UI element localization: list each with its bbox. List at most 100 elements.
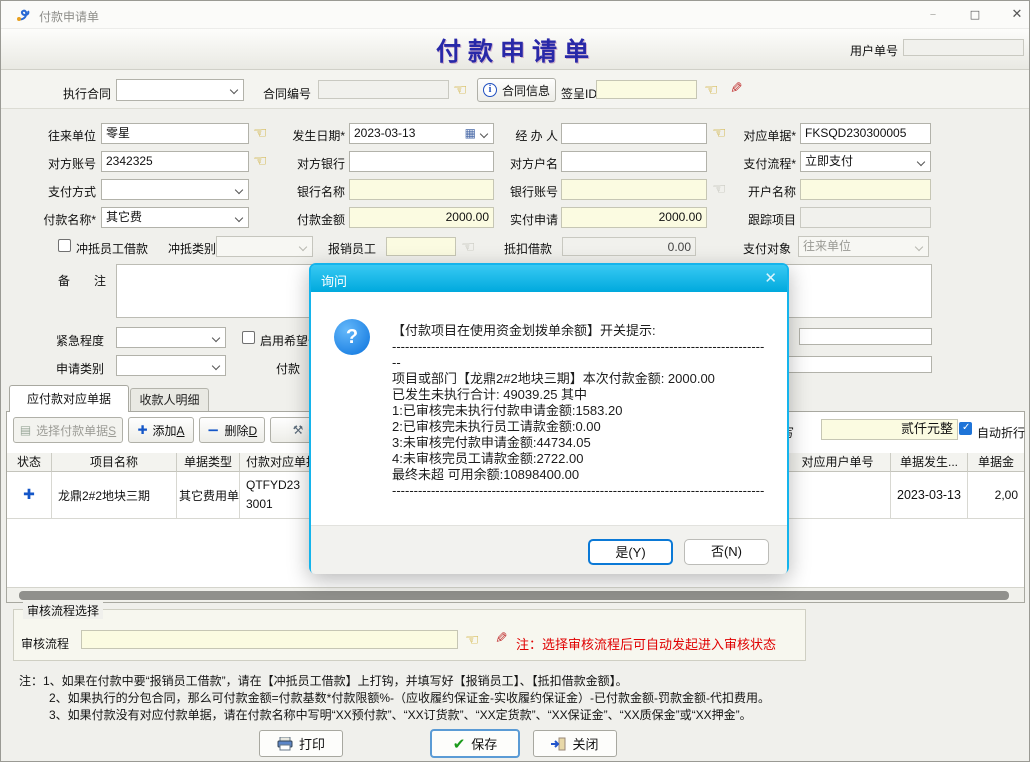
hand-picker-icon[interactable]: ☜ xyxy=(253,153,267,169)
offset-type-select[interactable] xyxy=(216,236,313,257)
info-icon: i xyxy=(483,83,497,97)
other-name-field[interactable] xyxy=(561,151,707,172)
tab-payee-detail[interactable]: 收款人明细 xyxy=(130,388,209,412)
hand-picker-icon[interactable]: ☜ xyxy=(465,632,479,648)
maximize-button[interactable]: □ xyxy=(959,5,991,25)
row-project-cell[interactable]: 龙鼎2#2地块三期 xyxy=(52,472,177,519)
actual-pay-field[interactable]: 2000.00 xyxy=(561,207,707,228)
bank-name-field[interactable] xyxy=(349,179,494,200)
doc-icon: ▤ xyxy=(20,423,31,437)
doc-no-label: 对应单据* xyxy=(728,127,796,144)
hope-date-field[interactable] xyxy=(799,328,932,345)
inquiry-dialog: 询问 ✕ ? 【付款项目在使用资金划拨单余额】开关提示:------------… xyxy=(309,263,789,574)
yes-button[interactable]: 是(Y) xyxy=(588,539,673,565)
pay-flow-label: 支付流程* xyxy=(728,155,796,172)
h-scrollbar-thumb[interactable] xyxy=(19,591,1009,600)
exec-contract-label: 执行合同 xyxy=(63,85,111,102)
plus-icon: ✚ xyxy=(137,423,147,437)
col-doc-type: 单据类型 xyxy=(177,453,240,472)
chevron-down-icon xyxy=(235,214,243,222)
pay-amount-label: 付款金额 xyxy=(267,211,345,228)
tab-payable-docs[interactable]: 应付款对应单据 xyxy=(9,385,129,412)
other-bank-field[interactable] xyxy=(349,151,494,172)
offset-type-label: 冲抵类别 xyxy=(168,240,216,257)
hand-picker-icon[interactable]: ☜ xyxy=(712,181,726,197)
calendar-icon[interactable]: ▦ xyxy=(465,127,476,139)
bank-account-field[interactable] xyxy=(561,179,707,200)
hand-picker-icon[interactable]: ☜ xyxy=(704,82,718,98)
plus-status-icon: ✚ xyxy=(23,487,35,503)
pencil-clear-icon[interactable]: ✎ xyxy=(730,81,743,96)
auto-wrap-label: 自动折行 xyxy=(977,424,1025,441)
contract-info-button[interactable]: i 合同信息 xyxy=(477,78,556,102)
track-project-label: 跟踪项目 xyxy=(728,211,796,228)
exec-contract-select[interactable] xyxy=(116,79,244,101)
chevron-down-icon xyxy=(917,158,925,166)
pay-target-select[interactable]: 往来单位 xyxy=(798,236,929,257)
row-status-cell[interactable]: ✚ xyxy=(7,472,52,519)
pay-partial-label: 付款 xyxy=(276,360,300,377)
doc-no-field[interactable]: FKSQD230300005 xyxy=(800,123,931,144)
pay-method-select[interactable] xyxy=(101,179,249,200)
counterparty-label: 往来单位 xyxy=(19,127,96,144)
account-name-label: 开户名称 xyxy=(728,183,796,200)
select-pay-doc-button[interactable]: ▤ 选择付款单据S xyxy=(13,417,123,443)
contract-no-label: 合同编号 xyxy=(263,85,311,102)
col-doc-amount: 单据金 xyxy=(968,453,1024,472)
pay-name-select[interactable]: 其它费 xyxy=(101,207,249,228)
urgency-select[interactable] xyxy=(116,327,226,348)
row-doc-type-cell[interactable]: 其它费用单 xyxy=(177,472,240,519)
pay-reason-field[interactable] xyxy=(771,356,932,373)
add-row-button[interactable]: ✚ 添加A xyxy=(128,417,194,443)
close-button[interactable]: ✕ xyxy=(1001,5,1030,25)
reimburse-emp-label: 报销员工 xyxy=(328,240,376,257)
sign-id-field[interactable] xyxy=(596,80,697,99)
hand-picker-icon[interactable]: ☜ xyxy=(461,239,475,255)
date-field[interactable]: 2023-03-13 ▦ xyxy=(349,123,494,144)
row-doc-date-cell[interactable]: 2023-03-13 xyxy=(891,472,968,519)
pay-flow-select[interactable]: 立即支付 xyxy=(800,151,931,172)
dialog-title: 询问 xyxy=(321,271,347,290)
row-amount-cell[interactable]: 2,00 xyxy=(968,472,1024,519)
hand-picker-icon[interactable]: ☜ xyxy=(712,125,726,141)
hope-date-checkbox[interactable] xyxy=(242,331,255,344)
amount-caps-field[interactable]: 贰仟元整 xyxy=(821,419,958,440)
row-user-doc-cell[interactable] xyxy=(785,472,891,519)
other-account-label: 对方账号 xyxy=(19,155,96,172)
chevron-down-icon xyxy=(212,362,220,370)
contract-no-field[interactable] xyxy=(318,80,449,99)
hand-picker-icon[interactable]: ☜ xyxy=(253,125,267,141)
delete-row-button[interactable]: − 删除D xyxy=(199,417,265,443)
no-button[interactable]: 否(N) xyxy=(684,539,769,565)
review-flow-field[interactable] xyxy=(81,630,458,649)
user-no-field[interactable] xyxy=(903,39,1024,56)
urgency-label: 紧急程度 xyxy=(56,332,104,349)
chevron-down-icon xyxy=(915,243,923,251)
chevron-down-icon xyxy=(212,334,220,342)
pay-amount-field[interactable]: 2000.00 xyxy=(349,207,494,228)
minimize-button[interactable]: – xyxy=(917,5,949,25)
reimburse-emp-field[interactable] xyxy=(386,237,456,256)
close-form-button[interactable]: 关闭 xyxy=(533,730,617,757)
hand-picker-icon[interactable]: ☜ xyxy=(453,82,467,98)
counterparty-field[interactable]: 零星 xyxy=(101,123,249,144)
offset-loan-checkbox[interactable] xyxy=(58,239,71,252)
print-button[interactable]: 打印 xyxy=(259,730,343,757)
save-button[interactable]: ✔ 保存 xyxy=(430,729,520,758)
other-account-field[interactable]: 2342325 xyxy=(101,151,249,172)
handler-field[interactable] xyxy=(561,123,707,144)
col-user-doc-no: 对应用户单号 xyxy=(785,453,891,472)
review-flow-label: 审核流程 xyxy=(21,635,69,652)
apply-type-select[interactable] xyxy=(116,355,226,376)
question-icon: ? xyxy=(334,319,370,355)
h-scrollbar[interactable] xyxy=(7,587,1024,602)
account-name-field[interactable] xyxy=(800,179,931,200)
auto-wrap-checkbox[interactable] xyxy=(959,422,972,435)
form-header: 付款申请单 用户单号 xyxy=(1,29,1030,70)
deduct-loan-field[interactable]: 0.00 xyxy=(562,237,696,256)
dialog-titlebar: 询问 ✕ xyxy=(311,265,787,292)
dialog-close-icon[interactable]: ✕ xyxy=(764,269,777,287)
user-no-label: 用户单号 xyxy=(850,42,898,59)
track-project-field[interactable] xyxy=(800,207,931,228)
pencil-clear-icon[interactable]: ✎ xyxy=(495,631,508,646)
